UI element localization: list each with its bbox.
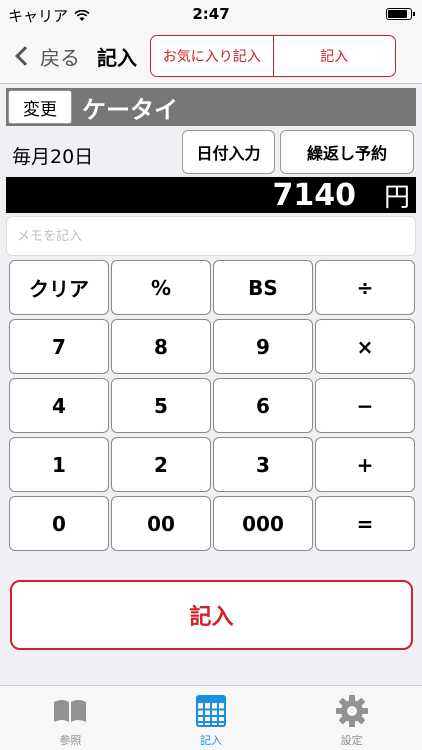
key-percent[interactable]: % [111, 260, 211, 315]
tab-reference[interactable]: 参照 [0, 686, 141, 750]
navigation-bar: 戻る 記入 お気に入り記入 記入 [0, 28, 422, 84]
submit-entry-button[interactable]: 記入 [10, 580, 413, 650]
category-row: 変更 ケータイ [6, 88, 416, 126]
key-00[interactable]: 00 [111, 496, 211, 551]
battery-fill [388, 10, 407, 18]
tab-entry-label: 記入 [200, 734, 222, 747]
back-label: 戻る [40, 45, 80, 70]
repeat-schedule-button[interactable]: 繰返し予約 [280, 130, 414, 174]
key-4[interactable]: 4 [9, 378, 109, 433]
key-000[interactable]: 000 [213, 496, 313, 551]
tab-entry[interactable]: 記入 [141, 686, 282, 750]
recurrence-label: 毎月20日 [12, 146, 94, 168]
key-backspace[interactable]: BS [213, 260, 313, 315]
category-name: ケータイ [82, 95, 178, 124]
currency-unit: 円 [383, 182, 410, 213]
tab-settings[interactable]: 設定 [281, 686, 422, 750]
key-6[interactable]: 6 [213, 378, 313, 433]
date-input-button[interactable]: 日付入力 [182, 130, 275, 174]
key-7[interactable]: 7 [9, 319, 109, 374]
key-subtract[interactable]: − [315, 378, 415, 433]
book-icon [54, 700, 87, 722]
key-5[interactable]: 5 [111, 378, 211, 433]
key-0[interactable]: 0 [9, 496, 109, 551]
tab-bar: 参照 記入 設定 [0, 685, 422, 750]
key-2[interactable]: 2 [111, 437, 211, 492]
back-button[interactable]: 戻る [12, 40, 80, 72]
calculator-icon [196, 695, 226, 727]
mode-segmented-control: お気に入り記入 記入 [150, 35, 396, 77]
page-title: 記入 [97, 46, 137, 70]
battery-icon [386, 8, 415, 20]
key-add[interactable]: + [315, 437, 415, 492]
segment-favorite-entry[interactable]: お気に入り記入 [151, 36, 273, 76]
key-1[interactable]: 1 [9, 437, 109, 492]
tab-reference-label: 参照 [59, 734, 82, 747]
memo-input[interactable] [6, 216, 416, 256]
key-equals[interactable]: = [315, 496, 415, 551]
amount-value: 7140 [272, 177, 356, 213]
key-divide[interactable]: ÷ [315, 260, 415, 315]
key-9[interactable]: 9 [213, 319, 313, 374]
key-3[interactable]: 3 [213, 437, 313, 492]
calculator-keypad: クリア % BS ÷ 7 8 9 × 4 5 6 − 1 2 3 + 0 00 … [9, 260, 415, 551]
key-8[interactable]: 8 [111, 319, 211, 374]
segment-entry[interactable]: 記入 [272, 36, 396, 76]
gear-icon [335, 695, 368, 727]
change-category-button[interactable]: 変更 [8, 90, 72, 124]
status-bar: キャリア 2:47 [0, 0, 422, 28]
key-clear[interactable]: クリア [9, 260, 109, 315]
amount-display: 7140 円 [6, 177, 416, 213]
tab-settings-label: 設定 [340, 734, 363, 747]
key-multiply[interactable]: × [315, 319, 415, 374]
chevron-left-icon [15, 46, 35, 66]
status-time: 2:47 [192, 5, 230, 23]
